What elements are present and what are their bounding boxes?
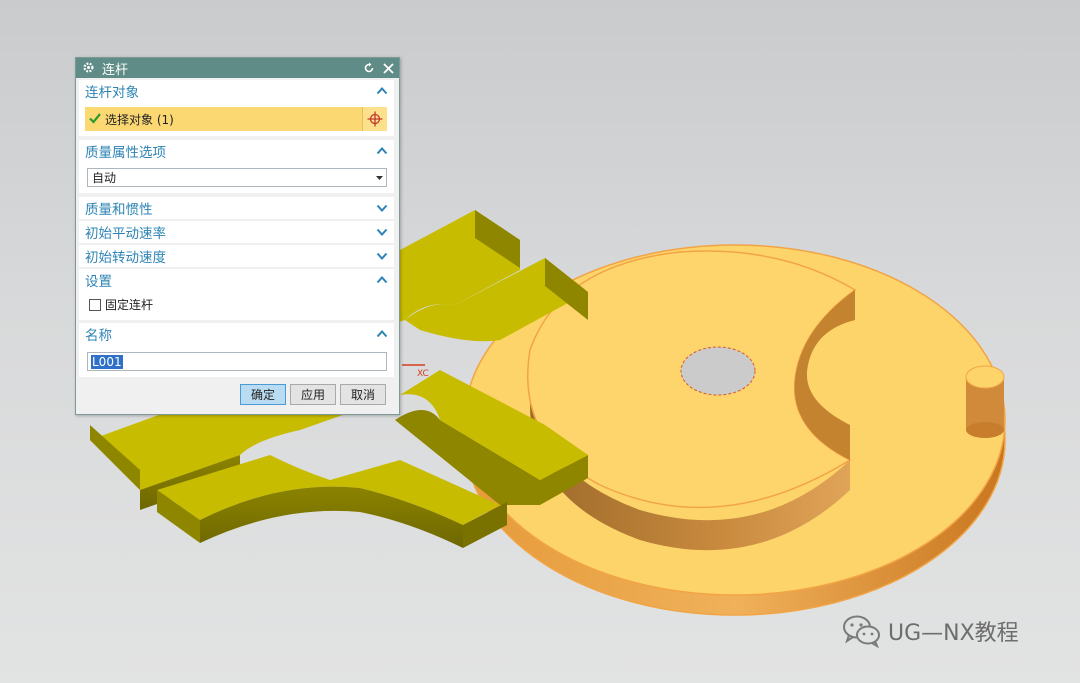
chevron-up-icon[interactable]: [376, 328, 388, 340]
chevron-up-icon[interactable]: [376, 274, 388, 286]
select-object-label: 选择对象 (1): [105, 112, 174, 127]
watermark-text: UG—NX教程: [888, 621, 1019, 646]
mass-props-value: 自动: [92, 171, 117, 185]
init-rotational-section: 初始转动速度: [79, 245, 394, 267]
init-rotational-header[interactable]: 初始转动速度: [79, 245, 394, 267]
chevron-up-icon[interactable]: [376, 85, 388, 97]
crosshair-select-button[interactable]: [362, 107, 387, 131]
dialog-title: 连杆: [102, 62, 129, 78]
name-input-value: L001: [91, 354, 123, 369]
checkmark-icon: [89, 112, 103, 126]
dialog-title-bar[interactable]: 连杆: [76, 58, 399, 78]
cancel-button[interactable]: 取消: [340, 384, 386, 405]
fix-link-checkbox[interactable]: [89, 298, 101, 311]
watermark: UG—NX教程: [842, 614, 1019, 648]
crosshair-icon: [367, 111, 383, 127]
dropdown-arrow-icon: [372, 175, 386, 180]
link-object-header[interactable]: 连杆对象: [79, 80, 394, 102]
mass-props-section: 质量属性选项 自动: [79, 140, 394, 193]
settings-section: 设置 固定连杆: [79, 269, 394, 320]
close-icon: [382, 62, 394, 74]
init-rotational-header-label: 初始转动速度: [85, 250, 166, 266]
init-translational-header[interactable]: 初始平动速率: [79, 221, 394, 243]
name-header-label: 名称: [85, 328, 112, 344]
settings-header[interactable]: 设置: [79, 269, 394, 291]
init-translational-section: 初始平动速率: [79, 221, 394, 243]
mass-props-dropdown[interactable]: 自动: [87, 168, 387, 187]
name-header[interactable]: 名称: [79, 323, 394, 345]
apply-button[interactable]: 应用: [290, 384, 336, 405]
link-object-section: 连杆对象 选择对象 (1): [79, 80, 394, 136]
chevron-up-icon[interactable]: [376, 145, 388, 157]
mass-inertia-section: 质量和惯性: [79, 197, 394, 219]
settings-header-label: 设置: [85, 274, 112, 290]
mass-inertia-header[interactable]: 质量和惯性: [79, 197, 394, 219]
name-section: 名称 L001: [79, 323, 394, 377]
link-object-header-label: 连杆对象: [85, 85, 139, 101]
init-translational-header-label: 初始平动速率: [85, 226, 166, 242]
reset-icon: [364, 62, 374, 73]
mass-props-header[interactable]: 质量属性选项: [79, 140, 394, 162]
axis-triad: XC: [402, 364, 429, 379]
chevron-down-icon[interactable]: [376, 250, 388, 262]
wechat-icon: [842, 614, 882, 648]
chevron-down-icon[interactable]: [376, 202, 388, 214]
mass-props-header-label: 质量属性选项: [85, 145, 166, 161]
axis-xc-label: XC: [417, 369, 429, 379]
chevron-down-icon[interactable]: [376, 226, 388, 238]
ok-button[interactable]: 确定: [240, 384, 286, 405]
link-dialog: 连杆 连杆对象 选择对象 (1) 质量属性选项 自动 质量和惯性 初始平动速率 …: [75, 57, 400, 415]
reset-button[interactable]: [361, 60, 377, 76]
gear-icon: [82, 61, 96, 75]
fix-link-row[interactable]: 固定连杆: [89, 296, 153, 313]
close-button[interactable]: [380, 60, 396, 76]
select-object-row[interactable]: 选择对象 (1): [85, 107, 387, 131]
name-input[interactable]: L001: [87, 352, 387, 371]
fix-link-label: 固定连杆: [105, 298, 154, 312]
mass-inertia-header-label: 质量和惯性: [85, 202, 153, 218]
